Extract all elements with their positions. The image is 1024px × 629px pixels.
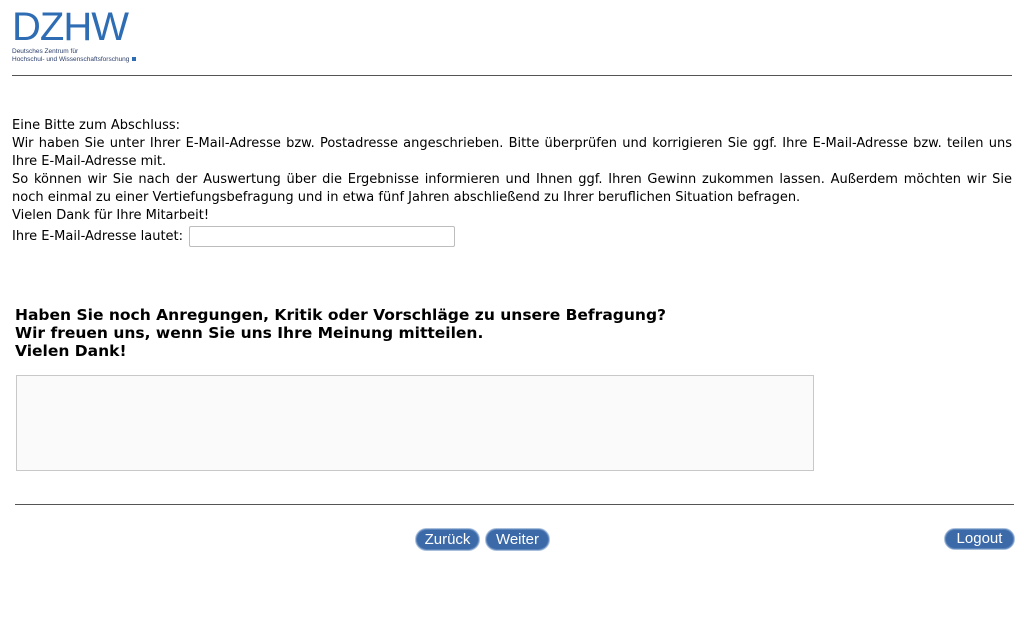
logo-square-icon — [132, 57, 137, 62]
logo-subtitle-line2-wrap: Hochschul- und Wissenschaftsforschung — [12, 56, 152, 64]
feedback-question: Haben Sie noch Anregungen, Kritik oder V… — [15, 306, 775, 360]
next-button[interactable]: Weiter — [485, 528, 550, 551]
header-divider — [12, 75, 1012, 76]
feedback-textarea[interactable] — [16, 375, 814, 471]
email-label: Ihre E-Mail-Adresse lautet: — [12, 228, 184, 244]
dzhw-logo: DZHW Deutsches Zentrum für Hochschul- un… — [12, 5, 152, 68]
intro-heading: Eine Bitte zum Abschluss: — [12, 118, 180, 133]
intro-paragraph-1: Wir haben Sie unter Ihrer E-Mail-Adresse… — [12, 136, 1012, 169]
footer-divider — [15, 504, 1014, 505]
feedback-line-2: Wir freuen uns, wenn Sie uns Ihre Meinun… — [15, 324, 484, 342]
back-button[interactable]: Zurück — [415, 528, 480, 551]
feedback-line-1: Haben Sie noch Anregungen, Kritik oder V… — [15, 306, 667, 324]
intro-thanks: Vielen Dank für Ihre Mitarbeit! — [12, 208, 210, 223]
logo-subtitle: Deutsches Zentrum für Hochschul- und Wis… — [12, 48, 152, 64]
email-row: Ihre E-Mail-Adresse lautet: — [12, 226, 1012, 247]
closing-request-section: Eine Bitte zum Abschluss: Wir haben Sie … — [12, 117, 1012, 247]
logo-subtitle-line1: Deutsches Zentrum für — [12, 48, 79, 55]
email-input[interactable] — [189, 226, 456, 247]
logo-subtitle-line2: Hochschul- und Wissenschaftsforschung — [12, 56, 130, 63]
logo-wordmark: DZHW — [12, 5, 129, 49]
logout-button[interactable]: Logout — [944, 528, 1015, 550]
intro-paragraph-2: So können wir Sie nach der Auswertung üb… — [12, 172, 1012, 205]
feedback-line-3: Vielen Dank! — [15, 342, 127, 360]
